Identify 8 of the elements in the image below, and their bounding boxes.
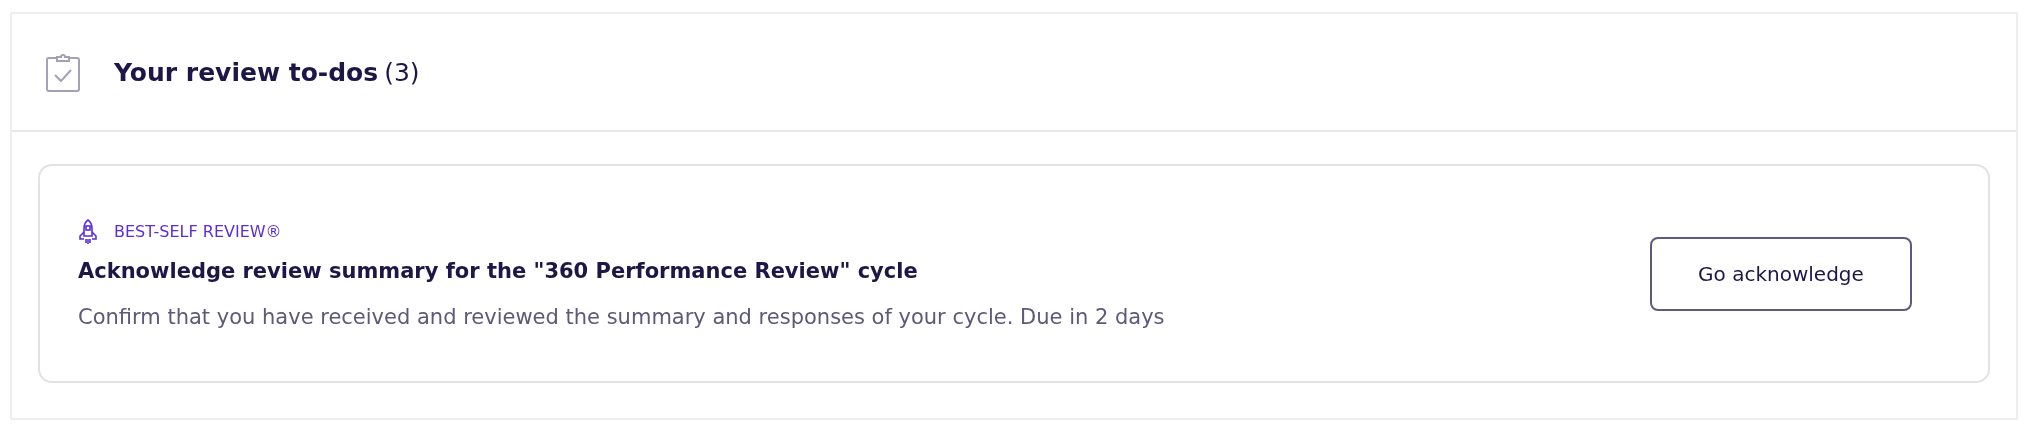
acknowledge-button[interactable]: Go acknowledge [1650,236,1912,311]
todo-title: Acknowledge review summary for the "360 Performance Review" cycle [78,258,919,283]
clipboard-check-icon [46,52,80,92]
rocket-icon [78,218,98,245]
panel-title: Your review to-dos [114,57,379,87]
todo-count: (3) [384,57,420,87]
todo-description: Confirm that you have received and reviewed the summary and responses of your cycle. Due in 2 days [78,304,1165,329]
category-label: BEST-SELF REVIEW® [114,222,282,241]
